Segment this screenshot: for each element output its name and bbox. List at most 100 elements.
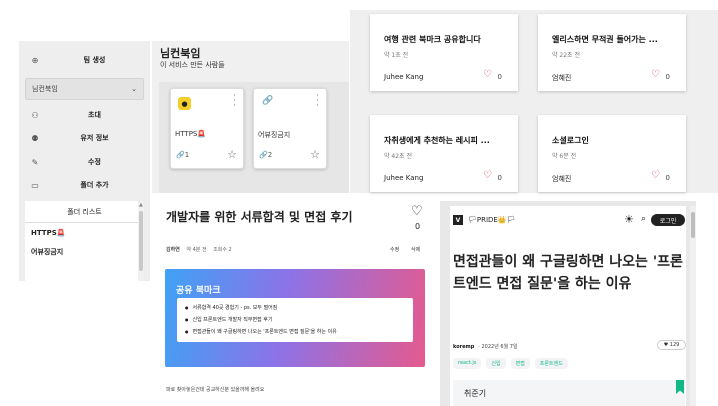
blog-post-title: 면접관들이 왜 구글링하면 나오는 '프론트엔드 면접 질문'을 하는 이유	[453, 254, 683, 292]
share-card-title: 자취생에게 추천하는 레시피 ...	[384, 136, 490, 145]
star-icon[interactable]: ☆	[227, 148, 237, 161]
heart-icon[interactable]: ♡	[483, 69, 492, 80]
folder-item-https[interactable]: HTTPS🚨	[25, 223, 144, 237]
team-select[interactable]: 님컨북임 ⌄	[25, 78, 144, 100]
bookmark-card[interactable]: 🔗 · · · 어뷰징금지 🔗2 ☆	[253, 88, 327, 169]
article-date: 약 4분 전	[186, 247, 207, 253]
scrollbar-thumb[interactable]	[691, 212, 695, 238]
create-team-label: 팀 생성	[83, 56, 106, 64]
site-logo-icon: ●	[178, 97, 191, 110]
blog-like-count: 129	[669, 342, 680, 348]
bookmark-count: 🔗2	[259, 151, 272, 159]
share-card[interactable]: 여행 관련 북마크 공유합니다 약 1초 전 Juhee Kang ♡ 0	[370, 14, 518, 91]
sun-icon[interactable]: ☀	[624, 213, 634, 226]
heart-icon[interactable]: ♡	[651, 69, 660, 80]
blog-pride-banner[interactable]: 🏳PRIDE👑🏳	[468, 216, 515, 224]
folder-item-abuse[interactable]: 어뷰징금지	[25, 237, 144, 257]
article-title: 개발자를 위한 서류합격 및 면접 후기	[166, 210, 353, 224]
article-delete-button[interactable]: 삭제	[411, 246, 420, 253]
tag[interactable]: 신입	[486, 358, 506, 369]
shared-bookmark-item[interactable]: 신입 프론트엔드 개발자 직무면접 후기	[185, 314, 405, 326]
share-card[interactable]: 소셜로그인 약 6분 전 엄혜진 ♡ 0	[538, 115, 686, 192]
user-info-label: 유저 정보	[80, 134, 109, 142]
bookmark-name: HTTPS🚨	[175, 130, 207, 138]
tag[interactable]: react.js	[453, 358, 482, 369]
link-icon: 🔗	[259, 151, 268, 159]
blog-preview: V 🏳PRIDE👑🏳 ☀ ⌕ 로그인 면접관들이 왜 구글링하면 나오는 '프론…	[440, 201, 696, 406]
share-card[interactable]: 자취생에게 추천하는 레시피 ... 약 42초 전 Juhee Kang ♡ …	[370, 115, 518, 192]
folder-list: 폴더 리스트 HTTPS🚨 어뷰징금지 ▲	[25, 201, 144, 281]
scrollbar-thumb[interactable]	[139, 211, 143, 271]
add-folder-button[interactable]: ▭ 폴더 추가	[25, 180, 144, 190]
shared-bookmark-item[interactable]: 서류합격 40곳 경험기 - ps. 모두 떨어짐	[185, 302, 405, 314]
folder-title: 님컨북임	[160, 47, 201, 60]
link-icon: 🔗	[176, 151, 185, 159]
folder-list-title: 폴더 리스트	[25, 201, 144, 223]
blog-scrollbar[interactable]	[690, 206, 696, 406]
plus-circle-icon: ⊕	[31, 55, 39, 65]
folder-icon: ▭	[31, 180, 39, 190]
chevron-down-icon: ⌄	[131, 85, 137, 93]
link-icon: 🔗	[262, 96, 274, 106]
bookmark-grid: ● · · · HTTPS🚨 🔗1 ☆ 🔗 · · · 어뷰징금지 🔗2 ☆	[159, 82, 349, 193]
like-count: 0	[497, 174, 502, 182]
bookmark-name: 어뷰징금지	[258, 131, 291, 139]
like-count: 0	[665, 73, 670, 81]
edit-icon: ✎	[31, 157, 39, 167]
folder-view: 님컨북임 이 서비스 만든 사람들 ● · · · HTTPS🚨 🔗1 ☆ 🔗 · ·…	[152, 41, 349, 193]
shared-bookmark-list: 서류합격 40곳 경험기 - ps. 모두 떨어짐 신입 프론트엔드 개발자 직…	[177, 298, 413, 342]
share-card-date: 약 6분 전	[552, 153, 577, 160]
share-card-date: 약 22초 전	[552, 52, 581, 59]
heart-icon[interactable]: ♡	[483, 170, 492, 181]
shared-bookmark-item[interactable]: 면접관들이 왜 구글링하면 나오는 '프론트엔드 면접 질문'을 하는 이유	[185, 326, 405, 338]
article-like-count: 0	[415, 222, 421, 231]
bookmark-count-value: 1	[184, 151, 190, 159]
star-icon[interactable]: ☆	[310, 148, 320, 161]
share-card-author: 엄혜진	[552, 175, 572, 183]
invite-label: 초대	[88, 111, 101, 119]
bookmark-share-list: 여행 관련 북마크 공유합니다 약 1초 전 Juhee Kang ♡ 0 엘리…	[350, 10, 718, 193]
blog-logo[interactable]: V	[453, 215, 463, 225]
search-icon[interactable]: ⌕	[641, 214, 646, 224]
share-card-author: 엄혜진	[552, 74, 572, 82]
shared-bookmark-banner: 공유 북마크 서류합격 40곳 경험기 - ps. 모두 떨어짐 신입 프론트엔…	[165, 269, 425, 367]
more-options-icon[interactable]: · · ·	[233, 92, 236, 111]
blog-tags: react.js 신입 면접 프론트엔드	[453, 358, 568, 369]
tag[interactable]: 프론트엔드	[534, 358, 568, 369]
blog-author[interactable]: koremp	[453, 344, 474, 350]
shared-bookmark-title: 공유 북마크	[176, 286, 221, 296]
sidebar: ⊕ 팀 생성 님컨북임 ⌄ ⚇ 초대 ⚉ 유저 정보 ✎ 수정 ▭ 폴더 추가 …	[19, 41, 150, 281]
blog-like-button[interactable]: ♥ 129	[657, 340, 686, 350]
blog-series-box[interactable]: 취준기	[453, 380, 685, 406]
blog-date: 2022년 6월 7일	[481, 344, 518, 350]
add-folder-label: 폴더 추가	[80, 181, 109, 189]
folder-list-scrollbar[interactable]: ▲	[138, 201, 144, 281]
share-card-date: 약 1초 전	[384, 52, 409, 59]
share-card-title: 소셜로그인	[552, 136, 589, 145]
share-card[interactable]: 엘리스하면 무적권 들어가는 ... 약 22초 전 엄혜진 ♡ 0	[538, 14, 686, 91]
like-count: 0	[497, 73, 502, 81]
article-edit-button[interactable]: 수정	[390, 246, 399, 253]
bookmark-count: 🔗1	[176, 151, 189, 159]
blog-post-meta: koremp · 2022년 6월 7일	[453, 344, 518, 350]
user-info-button[interactable]: ⚉ 유저 정보	[25, 133, 144, 143]
scroll-up-icon[interactable]: ▲	[139, 202, 143, 208]
create-team-button[interactable]: ⊕ 팀 생성	[25, 55, 144, 65]
tag[interactable]: 면접	[510, 358, 530, 369]
folder-subtitle: 이 서비스 만든 사람들	[160, 61, 225, 69]
article-meta: 김하연 약 4분 전 조회수 2	[166, 246, 237, 253]
invite-button[interactable]: ⚇ 초대	[25, 110, 144, 120]
bookmark-card[interactable]: ● · · · HTTPS🚨 🔗1 ☆	[170, 88, 244, 169]
blog-series-title: 취준기	[464, 389, 487, 398]
edit-button[interactable]: ✎ 수정	[25, 157, 144, 167]
login-button[interactable]: 로그인	[651, 214, 685, 226]
heart-icon[interactable]: ♡	[411, 204, 423, 219]
share-card-date: 약 42초 전	[384, 153, 413, 160]
like-count: 0	[665, 174, 670, 182]
article-body: 파로 찾아놓은건데 공교하신분 있을까해 올려요	[166, 387, 265, 393]
team-select-value: 님컨북임	[32, 85, 58, 93]
share-card-author: Juhee Kang	[384, 73, 424, 81]
heart-icon[interactable]: ♡	[651, 170, 660, 181]
article-detail: 개발자를 위한 서류합격 및 면접 후기 ♡ 0 김하연 약 4분 전 조회수 …	[152, 200, 438, 406]
more-options-icon[interactable]: · · ·	[316, 92, 319, 111]
